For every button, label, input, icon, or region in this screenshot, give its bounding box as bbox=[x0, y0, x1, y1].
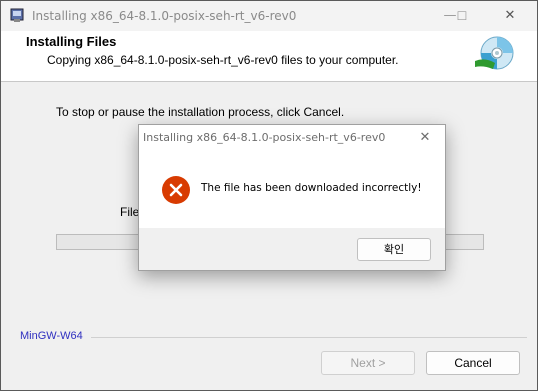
error-icon bbox=[162, 176, 190, 204]
dialog-footer: 확인 bbox=[139, 228, 445, 270]
header-subtitle: Copying x86_64-8.1.0-posix-seh-rt_v6-rev… bbox=[47, 53, 399, 67]
brand-label: MinGW-W64 bbox=[20, 330, 83, 342]
next-button[interactable]: Next > bbox=[321, 351, 415, 375]
header-title: Installing Files bbox=[26, 34, 117, 49]
installer-app-icon bbox=[10, 8, 24, 22]
file-label: File bbox=[120, 205, 140, 219]
title-bar[interactable]: Installing x86_64-8.1.0-posix-seh-rt_v6-… bbox=[1, 1, 537, 31]
instruction-text: To stop or pause the installation proces… bbox=[56, 105, 345, 119]
maximize-button[interactable]: ☐ bbox=[445, 4, 479, 28]
cancel-button[interactable]: Cancel bbox=[426, 351, 520, 375]
footer-divider bbox=[91, 337, 527, 338]
installer-header: Installing Files Copying x86_64-8.1.0-po… bbox=[1, 31, 537, 82]
close-button[interactable]: ✕ bbox=[493, 4, 527, 28]
ok-button[interactable]: 확인 bbox=[357, 238, 431, 261]
dialog-message: The file has been downloaded incorrectly… bbox=[201, 182, 422, 194]
dialog-close-button[interactable]: ✕ bbox=[413, 128, 437, 148]
cd-disc-icon bbox=[475, 36, 514, 70]
dialog-title: Installing x86_64-8.1.0-posix-seh-rt_v6-… bbox=[143, 131, 386, 144]
error-dialog: Installing x86_64-8.1.0-posix-seh-rt_v6-… bbox=[138, 124, 446, 271]
window-title: Installing x86_64-8.1.0-posix-seh-rt_v6-… bbox=[32, 9, 297, 23]
